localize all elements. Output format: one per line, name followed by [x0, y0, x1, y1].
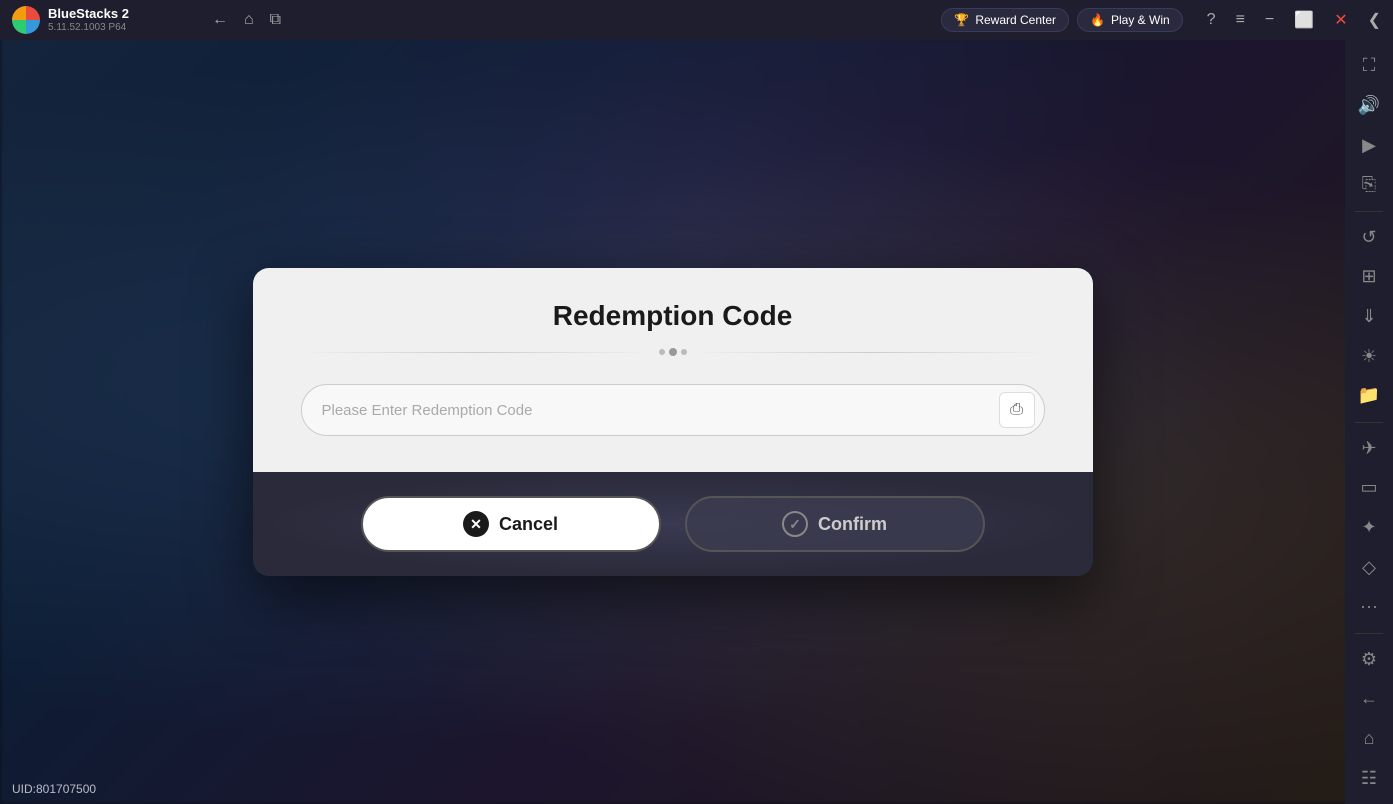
minimize-button[interactable]: − [1261, 7, 1278, 33]
redemption-code-input[interactable] [301, 384, 1045, 436]
titlebar-nav: ← ⌂ ⧉ [200, 11, 293, 29]
sidebar-video-icon[interactable]: ▶ [1349, 127, 1389, 163]
sidebar-camera-icon[interactable]: ⎘ [1349, 167, 1389, 203]
sidebar-volume-icon[interactable]: 🔊 [1349, 88, 1389, 124]
divider-dot-2 [669, 348, 677, 356]
cancel-button[interactable]: ✕ Cancel [361, 496, 661, 552]
restore-button[interactable]: ⬜ [1290, 6, 1318, 34]
sidebar-pin-icon[interactable]: ◇ [1349, 549, 1389, 585]
divider-line-left [301, 352, 651, 353]
sidebar-more-icon[interactable]: ··· [1349, 589, 1389, 625]
titlebar-left: BlueStacks 2 5.11.52.1003 P64 [0, 6, 200, 34]
dialog-title: Redemption Code [301, 300, 1045, 332]
window-controls: ? ≡ − ⬜ ✕ ❮ [1195, 6, 1393, 34]
sidebar-apps-icon[interactable]: ⊞ [1349, 259, 1389, 295]
sidebar-divider-2 [1355, 422, 1383, 423]
uid-label: UID:801707500 [12, 782, 96, 796]
sidebar-home-icon[interactable]: ⌂ [1349, 721, 1389, 757]
copy-nav-icon[interactable]: ⧉ [270, 11, 281, 29]
reward-fire-icon: 🏆 [954, 13, 969, 27]
back-arrow-button[interactable]: ❮ [1364, 6, 1385, 34]
sidebar-macro-icon[interactable]: ✦ [1349, 510, 1389, 546]
help-button[interactable]: ? [1203, 7, 1220, 33]
bluestacks-logo [12, 6, 40, 34]
reward-center-label: Reward Center [975, 13, 1056, 27]
cancel-label: Cancel [499, 514, 558, 535]
play-win-fire-icon: 🔥 [1090, 13, 1105, 27]
play-win-button[interactable]: 🔥 Play & Win [1077, 8, 1183, 32]
menu-button[interactable]: ≡ [1232, 7, 1249, 33]
titlebar: BlueStacks 2 5.11.52.1003 P64 ← ⌂ ⧉ 🏆 Re… [0, 0, 1393, 40]
sidebar-divider-1 [1355, 211, 1383, 212]
dialog-top: Redemption Code ⎙ [253, 268, 1093, 472]
sidebar-refresh-icon[interactable]: ↺ [1349, 219, 1389, 255]
code-input-wrapper: ⎙ [301, 384, 1045, 436]
divider-dots [659, 348, 687, 356]
home-nav-icon[interactable]: ⌂ [244, 11, 254, 29]
dialog-bottom: ✕ Cancel ✓ Confirm [253, 472, 1093, 576]
divider-dot-1 [659, 349, 665, 355]
divider-dot-3 [681, 349, 687, 355]
sidebar-back-icon[interactable]: ← [1349, 681, 1389, 717]
cancel-icon: ✕ [463, 511, 489, 537]
confirm-label: Confirm [818, 514, 887, 535]
confirm-icon: ✓ [782, 511, 808, 537]
close-button[interactable]: ✕ [1330, 6, 1351, 34]
modal-overlay: Redemption Code ⎙ [0, 40, 1345, 804]
play-win-label: Play & Win [1111, 13, 1170, 27]
sidebar-folder-icon[interactable]: 📁 [1349, 378, 1389, 414]
reward-center-button[interactable]: 🏆 Reward Center [941, 8, 1069, 32]
paste-button[interactable]: ⎙ [999, 392, 1035, 428]
sidebar-settings-icon[interactable]: ⚙ [1349, 641, 1389, 677]
titlebar-actions: 🏆 Reward Center 🔥 Play & Win [929, 8, 1194, 32]
sidebar-expand-icon[interactable]: ⛶ [1349, 48, 1389, 84]
app-version: 5.11.52.1003 P64 [48, 22, 129, 34]
back-nav-icon[interactable]: ← [212, 11, 228, 29]
app-name: BlueStacks 2 [48, 6, 129, 22]
sidebar-import-icon[interactable]: ⇓ [1349, 299, 1389, 335]
app-title-block: BlueStacks 2 5.11.52.1003 P64 [48, 6, 129, 34]
dialog-divider [301, 348, 1045, 356]
right-sidebar: ⛶ 🔊 ▶ ⎘ ↺ ⊞ ⇓ ☀ 📁 ✈ ▭ ✦ ◇ ··· ⚙ ← ⌂ ☷ [1345, 40, 1393, 804]
sidebar-divider-3 [1355, 633, 1383, 634]
paste-icon: ⎙ [1010, 401, 1023, 419]
divider-line-right [695, 352, 1045, 353]
redemption-dialog: Redemption Code ⎙ [253, 268, 1093, 576]
sidebar-screenshot-icon[interactable]: ☀ [1349, 338, 1389, 374]
confirm-button[interactable]: ✓ Confirm [685, 496, 985, 552]
sidebar-phone-icon[interactable]: ▭ [1349, 470, 1389, 506]
main-area: Redemption Code ⎙ [0, 40, 1345, 804]
sidebar-flight-icon[interactable]: ✈ [1349, 430, 1389, 466]
sidebar-page-icon[interactable]: ☷ [1349, 760, 1389, 796]
